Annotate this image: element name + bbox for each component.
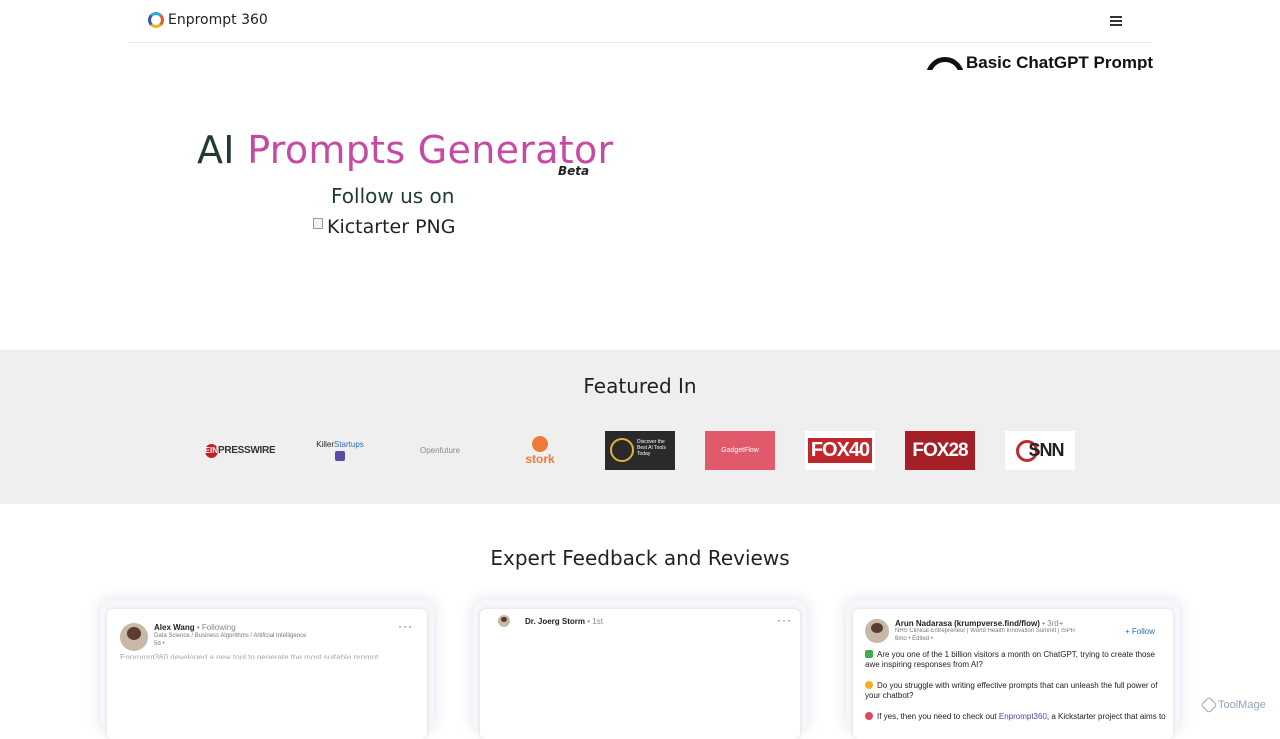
brand-logo-icon	[148, 12, 164, 28]
review-card-2: Dr. Joerg Storm • 1st ···	[473, 600, 807, 739]
post-meta: 5d •	[154, 641, 165, 647]
gadgetflow-logo[interactable]: GadgetFlow	[705, 431, 775, 470]
watermark: ToolMage	[1200, 696, 1266, 714]
hero-title: AI Prompts Generator	[197, 128, 613, 172]
ai-tools-text: Discover the Best AI Tools Today	[637, 439, 666, 457]
reviewer-name: Dr. Joerg Storm • 1st	[525, 617, 603, 626]
brand-name: Enprompt 360	[168, 12, 268, 28]
ein-mark: EIN	[205, 443, 219, 458]
killerstartups-logo[interactable]: KillerStartups	[305, 431, 375, 470]
post-body: Enprompt360 developed a new tool to gene…	[120, 653, 379, 659]
reviewer-name: Arun Nadarasa (krumpverse.find/flow) • 3…	[895, 619, 1064, 628]
post-body-2: Do you struggle with writing effective p…	[865, 681, 1158, 700]
reviewer-headline: Data Science / Business Algorithms / Art…	[154, 633, 307, 639]
post-meta: 6mo • Edited •	[895, 636, 933, 642]
reviewer-avatar	[120, 623, 148, 651]
hamburger-menu-icon[interactable]	[1110, 14, 1124, 26]
stork-text: stork	[525, 451, 555, 466]
check-emoji-icon	[865, 650, 873, 658]
fox28-text: FOX28	[912, 439, 968, 461]
snn-logo[interactable]: SNN	[1005, 431, 1075, 470]
open-text: Openfuture	[419, 446, 461, 455]
more-options-icon[interactable]: ···	[398, 619, 413, 633]
review-card-3: Arun Nadarasa (krumpverse.find/flow) • 3…	[846, 600, 1180, 739]
openfuture-logo[interactable]: Openfuture	[405, 431, 475, 470]
snn-text: SNN	[1028, 440, 1064, 460]
brand-link[interactable]: Enprompt 360	[148, 12, 268, 28]
killer-text: KillerStartups	[316, 440, 364, 449]
hero-title-prefix: AI	[197, 128, 235, 172]
fox40-logo[interactable]: FOX40	[805, 431, 875, 470]
follow-button[interactable]: + Follow	[1125, 627, 1155, 636]
post-body-1: Are you one of the 1 billion visitors a …	[865, 650, 1155, 669]
fox28-logo[interactable]: FOX28	[905, 431, 975, 470]
broken-image-icon	[313, 218, 323, 229]
review-card-1: Alex Wang • Following Data Science / Bus…	[100, 600, 434, 739]
ai-tools-logo[interactable]: Discover the Best AI Tools Today	[605, 431, 675, 470]
more-options-icon[interactable]: ···	[777, 613, 792, 627]
watermark-text: ToolMage	[1218, 699, 1266, 711]
thinking-emoji-icon	[865, 681, 873, 689]
post-body-3: If yes, then you need to check out Enpro…	[865, 712, 1166, 722]
reviewer-headline: NHS Clinical Entrepreneur | World Health…	[895, 628, 1075, 634]
beta-badge: Beta	[558, 164, 590, 178]
reviewer-avatar	[865, 619, 889, 643]
kickstarter-image-alt: Kictarter PNG	[327, 216, 456, 238]
ein-text: PRESSWIRE	[218, 445, 275, 456]
reviewer-name: Alex Wang • Following	[154, 623, 236, 632]
reviews-title: Expert Feedback and Reviews	[490, 546, 790, 570]
toolmage-icon	[1200, 696, 1218, 714]
einpresswire-logo[interactable]: EIN PRESSWIRE	[205, 431, 275, 470]
stork-logo[interactable]: stork	[505, 431, 575, 470]
heart-eyes-emoji-icon	[865, 712, 873, 720]
carousel-ring-icon	[926, 57, 964, 70]
carousel-text: Basic ChatGPT Prompt	[966, 53, 1154, 70]
follow-us-label: Follow us on	[331, 184, 455, 208]
killer-mark-icon	[335, 451, 345, 461]
stork-mark-icon	[532, 435, 548, 452]
featured-in-section: Featured In EIN PRESSWIRE KillerStartups…	[0, 350, 1280, 504]
reviewer-avatar	[498, 615, 510, 627]
featured-title: Featured In	[583, 374, 697, 398]
ai-tools-wheel-icon	[610, 438, 634, 462]
gadget-text: GadgetFlow	[721, 447, 759, 454]
fox40-text: FOX40	[807, 438, 873, 463]
kickstarter-link[interactable]: Kictarter PNG	[313, 216, 455, 238]
prompt-carousel: Basic ChatGPT Prompt	[926, 43, 1186, 70]
top-navbar: Enprompt 360	[128, 0, 1152, 43]
